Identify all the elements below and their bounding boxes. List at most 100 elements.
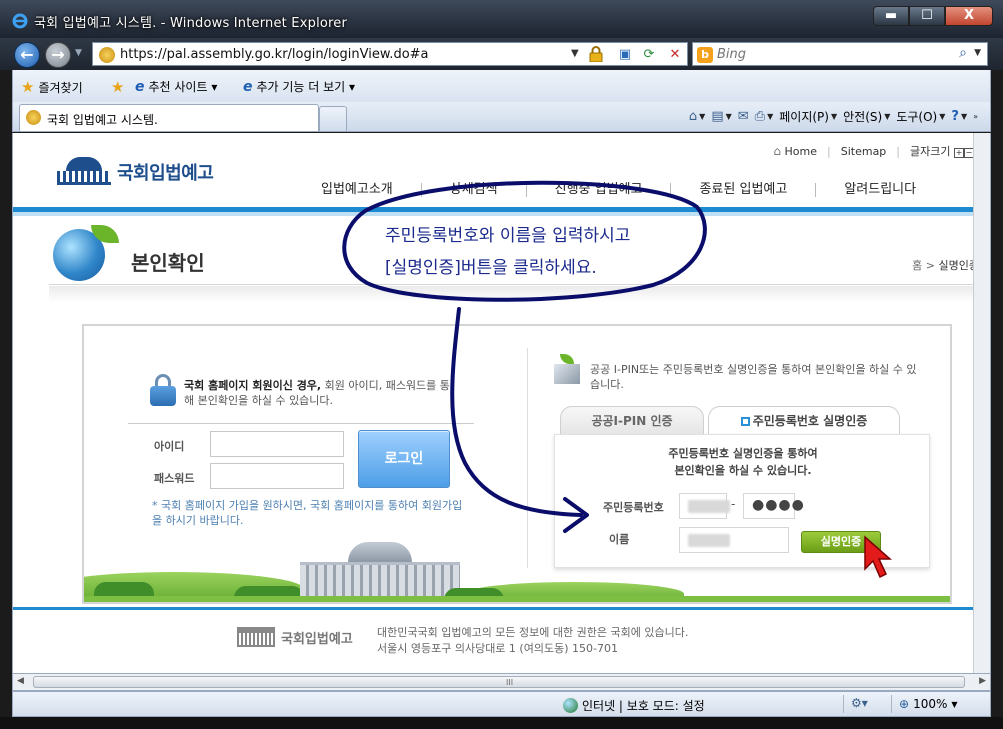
nav-item-about[interactable]: 입법예고소개 xyxy=(293,183,421,197)
member-note-bold: 국회 홈페이지 회원이신 경우, xyxy=(184,379,322,392)
arrow-right-icon: → xyxy=(51,45,65,64)
breadcrumb-separator-icon: > xyxy=(925,259,939,272)
ipin-note: 공공 I-PIN또는 주민등록번호 실명인증을 통하여 본인확인을 하실 수 있… xyxy=(590,363,917,391)
search-icon[interactable]: ⌕ xyxy=(959,45,967,61)
printer-icon: ⎙ xyxy=(754,109,766,124)
id-label: 아이디 xyxy=(154,440,185,453)
close-button[interactable]: X xyxy=(945,6,993,26)
site-logo[interactable]: 국회입법예고 xyxy=(57,157,214,187)
zoom-icon: ⊕ xyxy=(899,697,910,711)
lock-icon[interactable] xyxy=(589,46,603,62)
rss-icon: ▤ xyxy=(711,109,724,124)
tab-rrn[interactable]: 주민등록번호 실명인증 xyxy=(708,406,900,436)
tab-rrn-label: 주민등록번호 실명인증 xyxy=(752,414,868,428)
name-label: 이름 xyxy=(609,533,630,546)
scroll-thumb[interactable]: III xyxy=(33,676,965,688)
password-input[interactable] xyxy=(210,463,344,489)
member-login-note: 국회 홈페이지 회원이신 경우, 회원 아이디, 패스워드를 통해 본인확인을 … xyxy=(184,378,456,408)
mail-button[interactable]: ✉ xyxy=(738,109,749,124)
sitemap-link[interactable]: Sitemap xyxy=(841,145,887,158)
rrn-desc-line2: 본인확인을 하실 수 있습니다. xyxy=(674,464,812,477)
chevron-down-icon: ▼ xyxy=(939,112,946,121)
assembly-logo-icon xyxy=(237,627,275,647)
feeds-button[interactable]: ▤ ▼ xyxy=(711,109,731,124)
rrn-back-input[interactable]: ●●●● xyxy=(743,493,804,519)
chevron-down-icon: ▼ xyxy=(725,112,732,121)
nav-item-search[interactable]: 상세검색 xyxy=(420,183,526,197)
forward-button[interactable]: → xyxy=(45,42,71,68)
nav-item-notices[interactable]: 알려드립니다 xyxy=(815,183,944,197)
addons-link[interactable]: e 추가 기능 더 보기 ▾ xyxy=(243,78,355,95)
security-zone[interactable]: 인터넷 | 보호 모드: 설정 xyxy=(563,697,705,714)
bing-icon: b xyxy=(697,47,713,63)
rrn-dash: - xyxy=(731,497,736,511)
tab-label: 국회 입법예고 시스템. xyxy=(47,113,158,127)
chevron-down-icon: ▼ xyxy=(884,112,891,121)
page-title: 본인확인 xyxy=(131,251,205,275)
addons-label: 추가 기능 더 보기 ▾ xyxy=(256,80,356,94)
scroll-right-icon[interactable]: ▶ xyxy=(979,676,986,686)
favorites-button[interactable]: ★ 즐겨찾기 xyxy=(21,78,83,96)
name-input[interactable]: 000000 xyxy=(679,527,789,553)
footer-copyright: 대한민국국회 입법예고의 모든 정보에 대한 권한은 국회에 있습니다. xyxy=(377,626,689,639)
ie-page-icon: e xyxy=(243,78,253,95)
tools-menu[interactable]: 도구(O) ▼ xyxy=(896,108,945,125)
search-input[interactable] xyxy=(717,46,947,62)
column-divider xyxy=(527,348,528,568)
tab-ipin[interactable]: 공공I-PIN 인증 xyxy=(560,406,704,436)
footer-logo-text: 국회입법예고 xyxy=(281,631,353,647)
page-header: 본인확인 홈 > 실명인증 xyxy=(49,225,979,285)
sprout-box-icon xyxy=(554,354,580,384)
home-link[interactable]: ⌂ Home xyxy=(773,144,817,158)
rrn-description: 주민등록번호 실명인증을 통하여 본인확인을 하실 수 있습니다. xyxy=(555,445,931,479)
scroll-left-icon[interactable]: ◀ xyxy=(17,676,24,686)
page-menu[interactable]: 페이지(P) ▼ xyxy=(779,108,837,125)
home-link-label: Home xyxy=(784,145,818,158)
footer-address: 서울시 영등포구 의사당대로 1 (여의도동) 150-701 xyxy=(377,642,618,655)
minimize-button[interactable]: ▬ xyxy=(873,6,909,26)
help-icon: ? xyxy=(951,109,959,124)
nav-item-ongoing[interactable]: 진행중 입법예고 xyxy=(525,183,671,197)
back-button[interactable]: ← xyxy=(14,42,40,68)
safety-menu[interactable]: 안전(S) ▼ xyxy=(843,108,890,125)
util-divider: | xyxy=(827,144,831,158)
tab-current[interactable]: 국회 입법예고 시스템. xyxy=(19,104,319,131)
page-menu-label: 페이지(P) xyxy=(779,110,829,124)
address-dropdown-icon[interactable]: ▼ xyxy=(571,48,579,59)
home-button[interactable]: ⌂ ▼ xyxy=(689,109,705,124)
help-button[interactable]: ? ▼ xyxy=(951,109,967,124)
font-increase-icon[interactable]: + xyxy=(954,148,964,158)
address-url[interactable]: https://pal.assembly.go.kr/login/loginVi… xyxy=(120,47,429,62)
breadcrumb: 홈 > 실명인증 xyxy=(912,257,979,273)
new-tab-button[interactable] xyxy=(319,106,347,131)
status-divider xyxy=(843,695,844,713)
address-box[interactable]: https://pal.assembly.go.kr/login/loginVi… xyxy=(92,42,688,66)
stop-icon[interactable]: ✕ xyxy=(667,47,683,63)
print-button[interactable]: ⎙ ▼ xyxy=(755,109,774,124)
tab-active-square-icon xyxy=(740,417,750,426)
nav-item-closed[interactable]: 종료된 입법예고 xyxy=(670,183,815,197)
refresh-icon[interactable]: ⟳ xyxy=(641,47,657,63)
footer-text: 대한민국국회 입법예고의 모든 정보에 대한 권한은 국회에 있습니다. 서울시… xyxy=(377,625,688,657)
vertical-scrollbar[interactable] xyxy=(973,133,990,673)
font-size-control: 글자크기 + − xyxy=(910,143,974,159)
history-dropdown-icon[interactable]: ▼ xyxy=(75,48,82,58)
search-box[interactable]: b ⌕ ▼ xyxy=(692,42,988,66)
status-bar: 인터넷 | 보호 모드: 설정 ⚙▾ ⊕ 100% ▼ xyxy=(12,691,991,717)
search-dropdown-icon[interactable]: ▼ xyxy=(974,48,981,58)
protected-mode-icon[interactable]: ⚙▾ xyxy=(851,696,868,710)
rrn-front-input[interactable]: 000000 xyxy=(679,493,730,519)
toolbar-more-button[interactable]: » xyxy=(973,112,978,121)
id-input[interactable] xyxy=(210,431,344,457)
add-favorite-button[interactable]: ★ xyxy=(111,78,124,96)
login-button[interactable]: 로그인 xyxy=(358,430,450,488)
ie-logo-icon xyxy=(12,13,28,29)
compat-view-icon[interactable]: ▣ xyxy=(617,47,633,63)
suggested-sites-link[interactable]: e 추천 사이트 ▾ xyxy=(135,78,217,95)
zoom-control[interactable]: ⊕ 100% ▼ xyxy=(899,697,958,711)
maximize-button[interactable]: ☐ xyxy=(909,6,945,26)
tools-menu-label: 도구(O) xyxy=(896,110,938,124)
horizontal-scrollbar[interactable]: ◀ III ▶ xyxy=(12,673,991,691)
breadcrumb-home[interactable]: 홈 xyxy=(912,259,922,272)
window-bottom-edge xyxy=(0,717,1003,729)
